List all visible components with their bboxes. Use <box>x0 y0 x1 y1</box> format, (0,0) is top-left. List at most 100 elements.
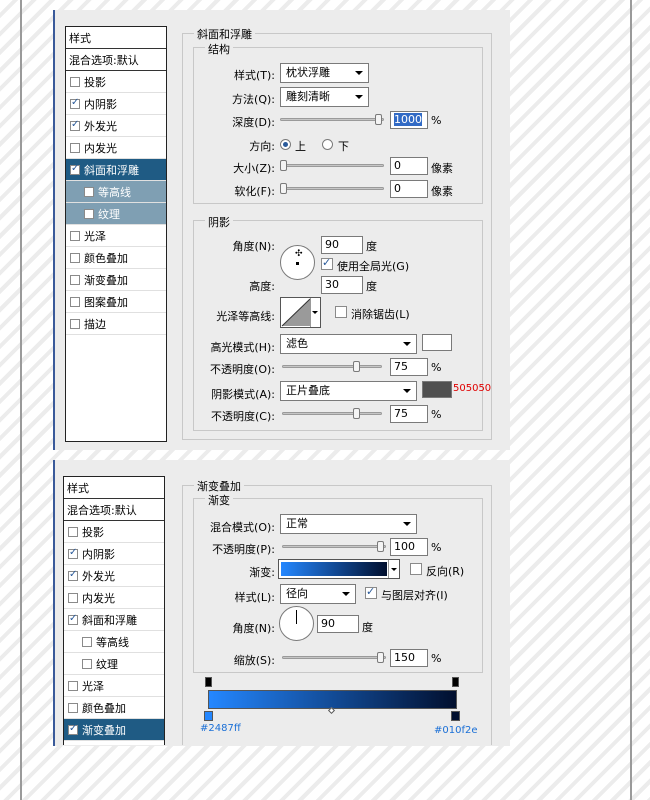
align-with-layer-label: 与图层对齐(I) <box>381 589 448 602</box>
gradient-style-select[interactable]: 径向 <box>280 584 356 604</box>
blending-options-default[interactable]: 混合选项:默认 <box>66 49 166 71</box>
size-input[interactable]: 0 <box>390 157 428 175</box>
scale-slider[interactable] <box>282 652 386 664</box>
altitude-input[interactable]: 30 <box>321 276 363 294</box>
gradient-bar[interactable] <box>208 690 457 709</box>
technique-select[interactable]: 雕刻清晰 <box>280 87 369 107</box>
checkbox-gradient-overlay-2[interactable] <box>68 723 78 735</box>
gloss-contour-picker[interactable] <box>280 297 321 328</box>
depth-slider[interactable] <box>280 114 384 126</box>
styles-header-2[interactable]: 样式 <box>64 477 164 499</box>
style-item-stroke[interactable]: 描边 <box>66 313 166 335</box>
gradient-picker[interactable] <box>278 559 400 579</box>
checkbox-gradient-overlay[interactable] <box>70 274 80 285</box>
gradient-angle-input[interactable]: 90 <box>317 615 359 633</box>
shadow-opacity-thumb[interactable] <box>353 408 360 419</box>
styles-header[interactable]: 样式 <box>66 27 166 49</box>
depth-slider-thumb[interactable] <box>375 114 382 125</box>
style-item-texture[interactable]: 纹理 <box>66 203 166 225</box>
color-start-label: #2487ff <box>200 723 241 734</box>
style-item-inner-glow-2[interactable]: 内发光 <box>64 587 164 609</box>
style-item-color-overlay-2[interactable]: 颜色叠加 <box>64 697 164 719</box>
opacity-slider[interactable] <box>282 541 386 553</box>
checkbox-bevel-emboss-2[interactable] <box>68 613 78 625</box>
style-item-satin-2[interactable]: 光泽 <box>64 675 164 697</box>
scale-slider-thumb[interactable] <box>377 652 384 663</box>
direction-down-radio[interactable] <box>322 139 333 150</box>
checkbox-pattern-overlay[interactable] <box>70 296 80 307</box>
soften-slider[interactable] <box>280 183 384 195</box>
align-with-layer-checkbox[interactable] <box>365 585 377 599</box>
size-slider-thumb[interactable] <box>280 160 287 171</box>
style-item-bevel-emboss[interactable]: 斜面和浮雕 <box>66 159 166 181</box>
color-stop-left[interactable] <box>204 711 213 721</box>
reverse-label: 反向(R) <box>426 565 465 578</box>
checkbox-inner-glow-2[interactable] <box>68 592 78 603</box>
scale-label: 缩放(S): <box>233 654 275 667</box>
direction-up-radio[interactable] <box>280 139 291 150</box>
style-item-contour-2[interactable]: 等高线 <box>64 631 164 653</box>
checkbox-outer-glow-2[interactable] <box>68 569 78 581</box>
checkbox-inner-shadow-2[interactable] <box>68 547 78 559</box>
checkbox-texture-2[interactable] <box>82 658 92 669</box>
opacity-stop-right[interactable] <box>452 677 459 687</box>
highlight-opacity-thumb[interactable] <box>353 361 360 372</box>
style-item-drop-shadow-2[interactable]: 投影 <box>64 521 164 543</box>
checkbox-outer-glow[interactable] <box>70 119 80 131</box>
style-item-color-overlay[interactable]: 颜色叠加 <box>66 247 166 269</box>
highlight-opacity-input[interactable]: 75 <box>390 358 428 376</box>
size-slider[interactable] <box>280 160 384 172</box>
style-item-inner-shadow-2[interactable]: 内阴影 <box>64 543 164 565</box>
style-item-inner-shadow[interactable]: 内阴影 <box>66 93 166 115</box>
style-item-contour[interactable]: 等高线 <box>66 181 166 203</box>
style-item-texture-2[interactable]: 纹理 <box>64 653 164 675</box>
bevel-style-select[interactable]: 枕状浮雕 <box>280 63 369 83</box>
blend-mode-label: 混合模式(O): <box>210 521 275 534</box>
checkbox-drop-shadow-2[interactable] <box>68 526 78 537</box>
angle-dial[interactable]: ✣ <box>280 245 315 280</box>
checkbox-drop-shadow[interactable] <box>70 76 80 87</box>
style-item-gradient-overlay[interactable]: 渐变叠加 <box>66 269 166 291</box>
checkbox-color-overlay-2[interactable] <box>68 702 78 713</box>
style-item-gradient-overlay-2[interactable]: 渐变叠加 <box>64 719 164 741</box>
checkbox-satin-2[interactable] <box>68 680 78 691</box>
style-item-outer-glow-2[interactable]: 外发光 <box>64 565 164 587</box>
style-item-outer-glow[interactable]: 外发光 <box>66 115 166 137</box>
highlight-color-swatch[interactable] <box>422 334 452 351</box>
checkbox-inner-glow[interactable] <box>70 142 80 153</box>
style-item-bevel-emboss-2[interactable]: 斜面和浮雕 <box>64 609 164 631</box>
gradient-angle-dial[interactable] <box>279 606 314 641</box>
opacity-slider-thumb[interactable] <box>377 541 384 552</box>
highlight-mode-select[interactable]: 滤色 <box>280 334 417 354</box>
checkbox-bevel-emboss[interactable] <box>70 163 80 175</box>
soften-input[interactable]: 0 <box>390 180 428 198</box>
soften-slider-thumb[interactable] <box>280 183 287 194</box>
blending-options-default-2[interactable]: 混合选项:默认 <box>64 499 164 521</box>
shadow-mode-select[interactable]: 正片叠底 <box>280 381 417 401</box>
shadow-opacity-slider[interactable] <box>282 408 382 420</box>
checkbox-contour-2[interactable] <box>82 636 92 647</box>
checkbox-texture[interactable] <box>84 208 94 219</box>
global-light-checkbox[interactable] <box>321 256 333 270</box>
checkbox-stroke[interactable] <box>70 318 80 329</box>
checkbox-contour[interactable] <box>84 186 94 197</box>
shadow-color-swatch[interactable] <box>422 381 452 398</box>
scale-input[interactable]: 150 <box>390 649 428 667</box>
style-item-pattern-overlay[interactable]: 图案叠加 <box>66 291 166 313</box>
depth-input[interactable]: 1000 <box>390 111 428 129</box>
shadow-opacity-input[interactable]: 75 <box>390 405 428 423</box>
color-stop-right[interactable] <box>451 711 460 721</box>
reverse-checkbox[interactable] <box>410 563 422 575</box>
style-item-drop-shadow[interactable]: 投影 <box>66 71 166 93</box>
blend-mode-select[interactable]: 正常 <box>280 514 417 534</box>
checkbox-inner-shadow[interactable] <box>70 97 80 109</box>
checkbox-satin[interactable] <box>70 230 80 241</box>
opacity-stop-left[interactable] <box>205 677 212 687</box>
opacity-input[interactable]: 100 <box>390 538 428 556</box>
style-item-satin[interactable]: 光泽 <box>66 225 166 247</box>
style-item-inner-glow[interactable]: 内发光 <box>66 137 166 159</box>
angle-input[interactable]: 90 <box>321 236 363 254</box>
antialias-checkbox[interactable] <box>335 306 347 318</box>
checkbox-color-overlay[interactable] <box>70 252 80 263</box>
highlight-opacity-slider[interactable] <box>282 361 382 373</box>
